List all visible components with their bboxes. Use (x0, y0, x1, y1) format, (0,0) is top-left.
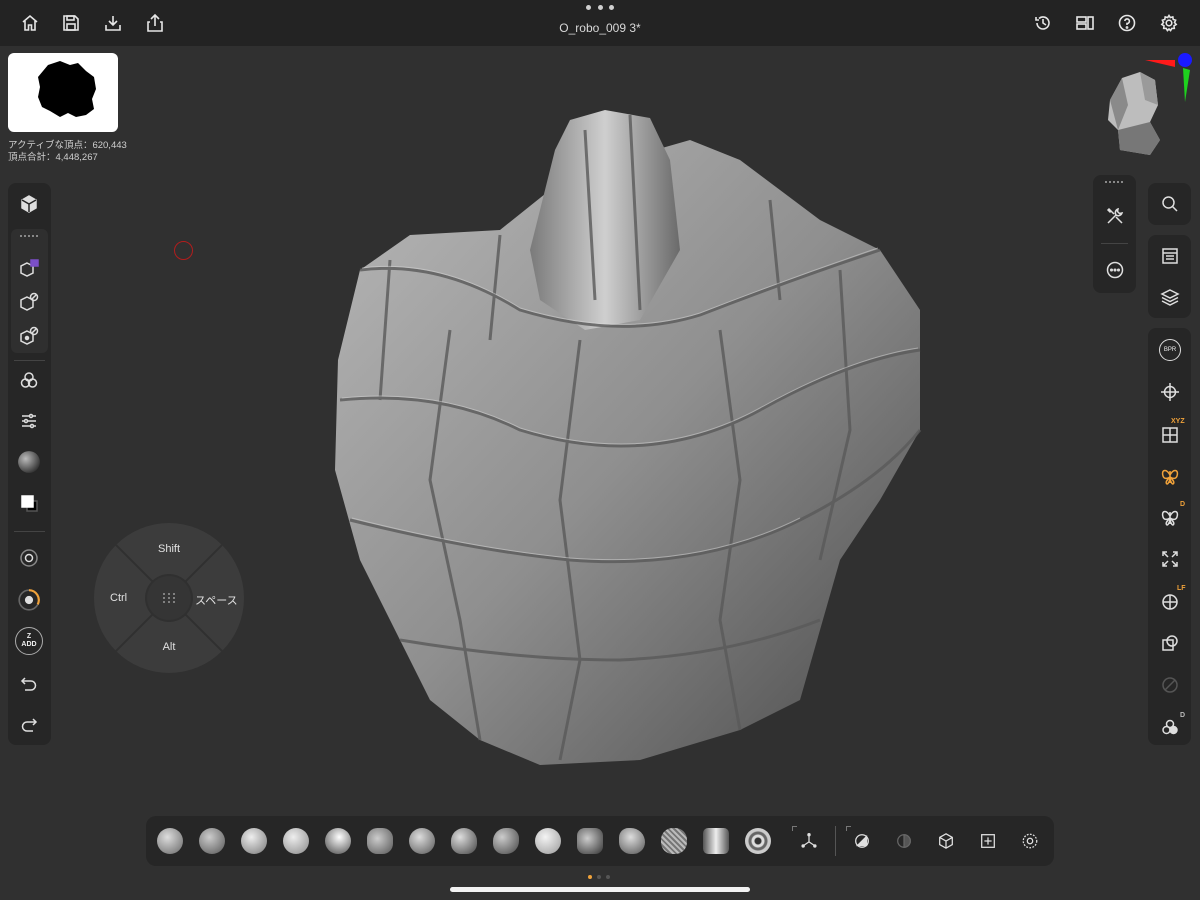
left-panel: Z ADD (8, 183, 51, 745)
more-icon[interactable] (1100, 255, 1130, 285)
subtool-icon[interactable] (14, 365, 44, 395)
window-handle-dots[interactable] (586, 5, 614, 13)
sculpt-model-viewport[interactable] (320, 100, 940, 770)
cube-icon[interactable] (14, 189, 44, 219)
vertex-stats: アクティブな頂点：620,443 頂点合計：4,448,267 (8, 140, 127, 164)
help-icon[interactable] (1113, 9, 1141, 37)
mask-pen-brush[interactable] (661, 828, 687, 854)
list-icon[interactable] (1155, 241, 1185, 271)
symmetry-icon[interactable] (1155, 461, 1185, 491)
redo-icon[interactable] (14, 710, 44, 740)
mesh-hide-icon[interactable] (14, 287, 44, 317)
snakehook-brush[interactable] (577, 828, 603, 854)
page-dot (606, 875, 610, 879)
radial-center-handle[interactable] (147, 576, 191, 620)
material-icon[interactable] (851, 830, 873, 852)
transform-icon[interactable] (1155, 377, 1185, 407)
ghost-icon[interactable] (1155, 670, 1185, 700)
lf-badge: LF (1177, 585, 1186, 592)
layout-icon[interactable] (1071, 9, 1099, 37)
transparency-icon[interactable] (1155, 628, 1185, 658)
cube-tool-icon[interactable] (935, 830, 957, 852)
space-key-button[interactable]: スペース (195, 592, 238, 608)
zadd-add-text: ADD (21, 641, 37, 648)
dam-standard-brush[interactable] (367, 828, 393, 854)
document-title: O_robo_009 3* (559, 21, 641, 35)
ctrl-key-button[interactable]: Ctrl (110, 592, 127, 604)
d-badge-2: D (1180, 712, 1186, 719)
sliders-icon[interactable] (14, 406, 44, 436)
home-icon[interactable] (16, 9, 44, 37)
h-polish-brush[interactable] (451, 828, 477, 854)
layers-icon[interactable] (1155, 282, 1185, 312)
save-icon[interactable] (57, 9, 85, 37)
bpr-label: BPR (1159, 339, 1181, 361)
brush-cursor (174, 241, 193, 260)
dynamesh-icon[interactable] (1019, 830, 1041, 852)
divider (1101, 243, 1128, 244)
mesh-hide-2-icon[interactable] (14, 321, 44, 351)
divider (14, 531, 45, 532)
move-brush[interactable] (241, 828, 267, 854)
settings-icon[interactable] (1155, 9, 1183, 37)
home-indicator[interactable] (450, 887, 750, 892)
mesh-add-icon[interactable] (14, 253, 44, 283)
d-badge: D (1180, 501, 1186, 508)
right-view-panel: BPR XYZ D LF D (1148, 328, 1191, 745)
page-dot (597, 875, 601, 879)
total-vertices-text: 頂点合計：4,448,267 (8, 152, 98, 163)
page-dot-active (588, 875, 592, 879)
shift-key-button[interactable]: Shift (94, 543, 244, 555)
page-indicator (588, 875, 610, 879)
standard-brush[interactable] (199, 828, 225, 854)
brush-size-icon[interactable] (14, 543, 44, 573)
view-orientation-gizmo[interactable] (1100, 50, 1195, 165)
clay-brush[interactable] (619, 828, 645, 854)
grip-handle[interactable] (20, 235, 38, 241)
alt-key-button[interactable]: Alt (94, 641, 244, 653)
undo-icon[interactable] (14, 669, 44, 699)
corner-mark (792, 826, 797, 831)
frame-icon[interactable] (1155, 544, 1185, 574)
right-tools-panel (1093, 175, 1136, 293)
clay-buildup-brush[interactable] (157, 828, 183, 854)
brush-toolbar (146, 816, 1054, 866)
inflate-brush[interactable] (325, 828, 351, 854)
search-icon[interactable] (1155, 189, 1185, 219)
divider (14, 360, 45, 361)
grip-handle[interactable] (1105, 181, 1123, 187)
bpr-icon[interactable]: BPR (1155, 335, 1185, 365)
export-icon[interactable] (141, 9, 169, 37)
zadd-z-text: Z (26, 633, 32, 640)
mask-icon[interactable] (893, 830, 915, 852)
tools-icon[interactable] (1100, 201, 1130, 231)
modifier-radial-menu: Shift Ctrl スペース Alt (94, 523, 244, 673)
trim-dynamic-brush[interactable] (409, 828, 435, 854)
pinch-brush[interactable] (493, 828, 519, 854)
right-list-panel (1148, 235, 1191, 318)
xyz-badge: XYZ (1171, 418, 1185, 425)
curl-brush[interactable] (745, 828, 771, 854)
chisel-brush[interactable] (703, 828, 729, 854)
brush-intensity-icon[interactable] (14, 585, 44, 615)
sphere-brush[interactable] (535, 828, 561, 854)
alpha-thumbnail[interactable] (8, 53, 118, 132)
color-swatch-icon[interactable] (14, 488, 44, 518)
import-icon[interactable] (99, 9, 127, 37)
divider (835, 826, 836, 856)
top-bar: O_robo_009 3* (0, 0, 1200, 46)
material-sphere-icon[interactable] (14, 447, 44, 477)
history-icon[interactable] (1029, 9, 1057, 37)
frame-tool-icon[interactable] (977, 830, 999, 852)
smooth-brush[interactable] (283, 828, 309, 854)
right-search-panel (1148, 183, 1191, 225)
active-vertices-text: アクティブな頂点：620,443 (8, 140, 127, 151)
gizmo-icon[interactable] (798, 830, 820, 852)
zadd-icon[interactable]: Z ADD (14, 626, 44, 656)
